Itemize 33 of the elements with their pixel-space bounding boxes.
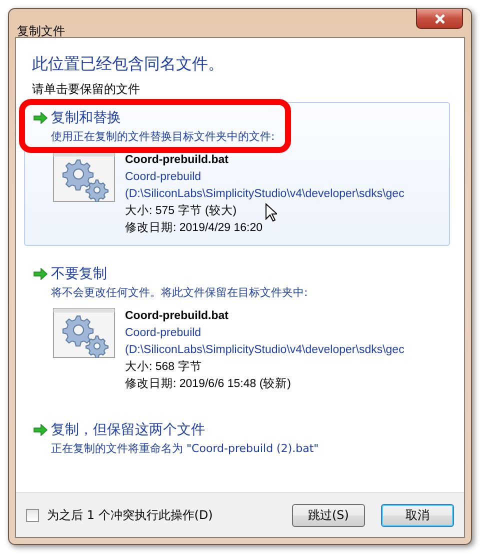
modified-date: 修改日期: 2019/6/6 15:48 (较新) bbox=[125, 376, 291, 392]
file-size: 大小: 568 字节 bbox=[125, 359, 202, 375]
arrow-icon bbox=[33, 112, 48, 124]
checkbox-label[interactable]: 为之后 1 个冲突执行此操作(D) bbox=[47, 506, 213, 524]
choice-option[interactable]: 复制，但保留这两个文件 正在复制的文件将重命名为 "Coord-prebuild (2).bat" bbox=[24, 414, 450, 465]
file-size: 大小: 575 字节 (较大) bbox=[125, 203, 237, 219]
cursor-icon bbox=[265, 203, 277, 222]
file-path: (D:\SiliconLabs\SimplicityStudio\v4\developer\sdks\gec bbox=[125, 187, 404, 202]
dialog-heading: 此位置已经包含同名文件。 bbox=[32, 54, 225, 75]
close-button[interactable] bbox=[416, 9, 463, 29]
gears-icon bbox=[53, 308, 115, 358]
option-title: 复制和替换 bbox=[51, 109, 121, 127]
dialog-button[interactable]: 跳过(S) bbox=[292, 504, 365, 526]
choice-option[interactable]: 不要复制 将不会更改任何文件。将此文件保留在目标文件夹中: Coord-prebuild.bat Coord-prebuild (D:\SiliconLabs\SimplicityStudio\v4\developer\sdks\gec 大小: 568 字节 修改日期: 2019/6/6 15:48 (较新) bbox=[24, 258, 450, 402]
option-description: 正在复制的文件将重命名为 "Coord-prebuild (2).bat" bbox=[51, 441, 320, 456]
folder-name: Coord-prebuild bbox=[125, 326, 202, 341]
file-name: Coord-prebuild.bat bbox=[125, 153, 228, 168]
modified-date: 修改日期: 2019/4/29 16:20 bbox=[125, 220, 263, 236]
folder-name: Coord-prebuild bbox=[125, 170, 202, 185]
instruction-text: 请单击要保留的文件 bbox=[32, 81, 141, 98]
option-description: 将不会更改任何文件。将此文件保留在目标文件夹中: bbox=[51, 285, 309, 300]
option-title: 不要复制 bbox=[51, 265, 107, 283]
checkbox[interactable] bbox=[26, 508, 39, 522]
arrow-icon bbox=[33, 268, 48, 280]
file-path: (D:\SiliconLabs\SimplicityStudio\v4\developer\sdks\gec bbox=[125, 343, 404, 358]
option-description: 使用正在复制的文件替换目标文件夹中的文件: bbox=[51, 129, 276, 144]
option-title: 复制，但保留这两个文件 bbox=[51, 421, 205, 439]
gears-icon bbox=[53, 152, 115, 202]
arrow-icon bbox=[33, 424, 48, 436]
file-name: Coord-prebuild.bat bbox=[125, 309, 228, 324]
dialog-button[interactable]: 取消 bbox=[381, 504, 454, 526]
window-title: 复制文件 bbox=[17, 23, 65, 40]
close-icon bbox=[434, 14, 446, 24]
